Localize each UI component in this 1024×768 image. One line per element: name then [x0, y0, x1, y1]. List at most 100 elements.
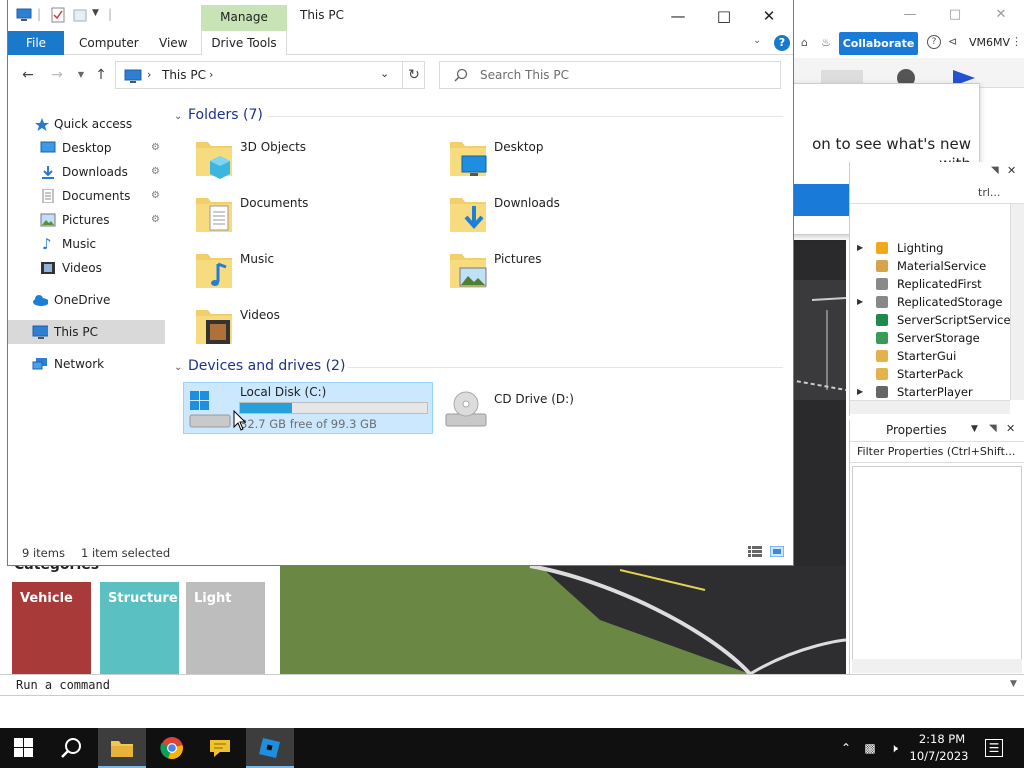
collapse-chevron-icon[interactable]: ⌄ — [174, 111, 188, 122]
drive-c[interactable]: Local Disk (C:) 32.7 GB free of 99.3 GB — [183, 382, 433, 434]
network-tray-icon[interactable]: ▩ — [862, 740, 878, 756]
folder-pictures[interactable]: Pictures — [448, 246, 688, 298]
properties-dock-icon[interactable]: ◥ — [989, 423, 997, 434]
properties-close-icon[interactable]: ✕ — [1006, 422, 1015, 435]
collapse-chevron-icon[interactable]: ⌄ — [174, 362, 188, 373]
category-light[interactable]: Light — [186, 582, 265, 674]
roblox-studio-taskbar-button[interactable] — [246, 728, 294, 768]
explorer-vertical-scrollbar[interactable] — [1010, 204, 1024, 400]
command-dropdown-icon[interactable]: ▼ — [1010, 679, 1017, 689]
collaborate-button[interactable]: Collaborate — [839, 32, 918, 55]
nav-pictures[interactable]: Pictures ⚙ — [8, 208, 165, 232]
tree-item[interactable]: StarterPack — [850, 365, 1010, 383]
studio-minimize-button[interactable]: — — [901, 6, 919, 24]
expand-arrow-icon[interactable]: ▶ — [857, 293, 867, 311]
nav-quick-access[interactable]: Quick access — [8, 112, 165, 136]
tab-file[interactable]: File — [8, 31, 64, 55]
start-button[interactable] — [0, 728, 48, 768]
chrome-taskbar-button[interactable] — [148, 728, 196, 768]
command-bar[interactable]: Run a command ▼ — [0, 674, 1024, 696]
user-name[interactable]: VM6MV — [969, 36, 1010, 49]
volume-muted-icon[interactable]: 🕨 — [886, 740, 902, 756]
explorer-horizontal-scrollbar[interactable] — [850, 400, 1010, 414]
more-icon[interactable]: ⋮ — [1011, 35, 1022, 48]
tab-drive-tools[interactable]: Drive Tools — [201, 31, 287, 55]
folder-desktop[interactable]: Desktop — [448, 134, 688, 186]
up-button[interactable]: ↑ — [92, 66, 110, 84]
drives-group-header[interactable]: ⌄ Devices and drives (2) — [174, 358, 345, 374]
address-bar[interactable]: › This PC › ⌄ ↻ — [115, 61, 425, 89]
drive-d[interactable]: CD Drive (D:) — [438, 382, 678, 434]
forward-button[interactable]: → — [48, 66, 66, 84]
pin-icon[interactable]: ⚙ — [151, 184, 160, 208]
category-vehicle[interactable]: Vehicle — [12, 582, 91, 674]
folder-videos[interactable]: Videos — [194, 302, 434, 354]
nav-music[interactable]: ♪ Music — [8, 232, 165, 256]
folder-music[interactable]: Music — [194, 246, 434, 298]
recent-locations-icon[interactable]: ▼ — [72, 66, 90, 84]
properties-collapse-icon[interactable]: ▼ — [971, 424, 978, 434]
category-structure[interactable]: Structure — [100, 582, 179, 674]
pin-icon[interactable]: ⚙ — [151, 160, 160, 184]
help-circle-icon[interactable]: ? — [927, 35, 941, 49]
address-dropdown-icon[interactable]: ⌄ — [380, 67, 389, 80]
explorer-close-icon[interactable]: ✕ — [1007, 164, 1016, 177]
tab-view[interactable]: View — [159, 36, 187, 50]
help-icon[interactable]: ? — [774, 35, 790, 51]
tree-item[interactable]: ServerScriptService — [850, 311, 1011, 329]
breadcrumb-this-pc[interactable]: This PC — [162, 68, 206, 82]
folders-group-header[interactable]: ⌄ Folders (7) — [174, 107, 263, 123]
properties-filter-field[interactable]: Filter Properties (Ctrl+Shift... — [850, 441, 1024, 463]
home-icon[interactable]: ⌂ — [801, 36, 808, 49]
nav-this-pc[interactable]: This PC — [8, 320, 165, 344]
manage-contextual-tab[interactable]: Manage — [201, 5, 287, 31]
tree-item[interactable]: ServerStorage — [850, 329, 1010, 347]
bell-icon[interactable]: ♨ — [821, 36, 831, 49]
tree-item[interactable]: StarterGui — [850, 347, 1010, 365]
clock-time[interactable]: 2:18 PM — [912, 732, 972, 746]
folder-3d-objects[interactable]: 3D Objects — [194, 134, 434, 186]
details-view-icon[interactable] — [748, 546, 762, 557]
nav-onedrive[interactable]: OneDrive — [8, 288, 165, 312]
tree-item[interactable]: MaterialService — [850, 257, 1010, 275]
nav-desktop[interactable]: Desktop ⚙ — [8, 136, 165, 160]
maximize-button[interactable]: □ — [708, 5, 740, 27]
tree-item[interactable]: ReplicatedFirst — [850, 275, 1010, 293]
breadcrumb-chevron-icon[interactable]: › — [147, 68, 151, 81]
expand-arrow-icon[interactable]: ▶ — [857, 383, 867, 401]
close-button[interactable]: ✕ — [753, 5, 785, 27]
nav-downloads[interactable]: Downloads ⚙ — [8, 160, 165, 184]
studio-close-button[interactable]: ✕ — [992, 6, 1010, 24]
folder-documents[interactable]: Documents — [194, 190, 434, 242]
pin-icon[interactable]: ⚙ — [151, 208, 160, 232]
tree-item[interactable]: ▶ Lighting — [850, 239, 1010, 257]
search-button[interactable] — [48, 728, 96, 768]
nav-videos[interactable]: Videos — [8, 256, 165, 280]
expand-arrow-icon[interactable]: ▶ — [857, 239, 867, 257]
folder-downloads[interactable]: Downloads — [448, 190, 688, 242]
tree-item[interactable]: ▶ ReplicatedStorage — [850, 293, 1010, 311]
studio-maximize-button[interactable]: □ — [946, 6, 964, 24]
tab-computer[interactable]: Computer — [79, 36, 139, 50]
refresh-button[interactable]: ↻ — [402, 62, 425, 88]
command-input[interactable]: Run a command — [16, 678, 110, 692]
search-box[interactable]: Search This PC — [439, 61, 781, 89]
clock-date[interactable]: 10/7/2023 — [906, 749, 972, 763]
notifications-icon[interactable]: ☰ — [985, 739, 1003, 757]
customize-toolbar-icon[interactable]: ▼ — [92, 8, 99, 18]
expand-ribbon-icon[interactable]: ⌄ — [753, 35, 761, 46]
show-hidden-icons-chevron[interactable]: ⌃ — [838, 740, 854, 756]
large-icons-view-icon[interactable] — [770, 546, 784, 557]
properties-horizontal-scrollbar[interactable] — [852, 659, 1022, 673]
minimize-button[interactable]: — — [662, 5, 694, 27]
back-button[interactable]: ← — [19, 66, 37, 84]
share-icon[interactable]: ⊲ — [948, 35, 957, 48]
tree-item[interactable]: ▶ StarterPlayer — [850, 383, 1010, 401]
new-folder-icon[interactable] — [72, 7, 88, 23]
nav-network[interactable]: Network — [8, 352, 165, 376]
dock-icon[interactable]: ◥ — [991, 165, 999, 176]
pin-icon[interactable]: ⚙ — [151, 136, 160, 160]
properties-icon[interactable] — [50, 7, 66, 23]
chat-taskbar-button[interactable] — [196, 728, 244, 768]
nav-documents[interactable]: Documents ⚙ — [8, 184, 165, 208]
